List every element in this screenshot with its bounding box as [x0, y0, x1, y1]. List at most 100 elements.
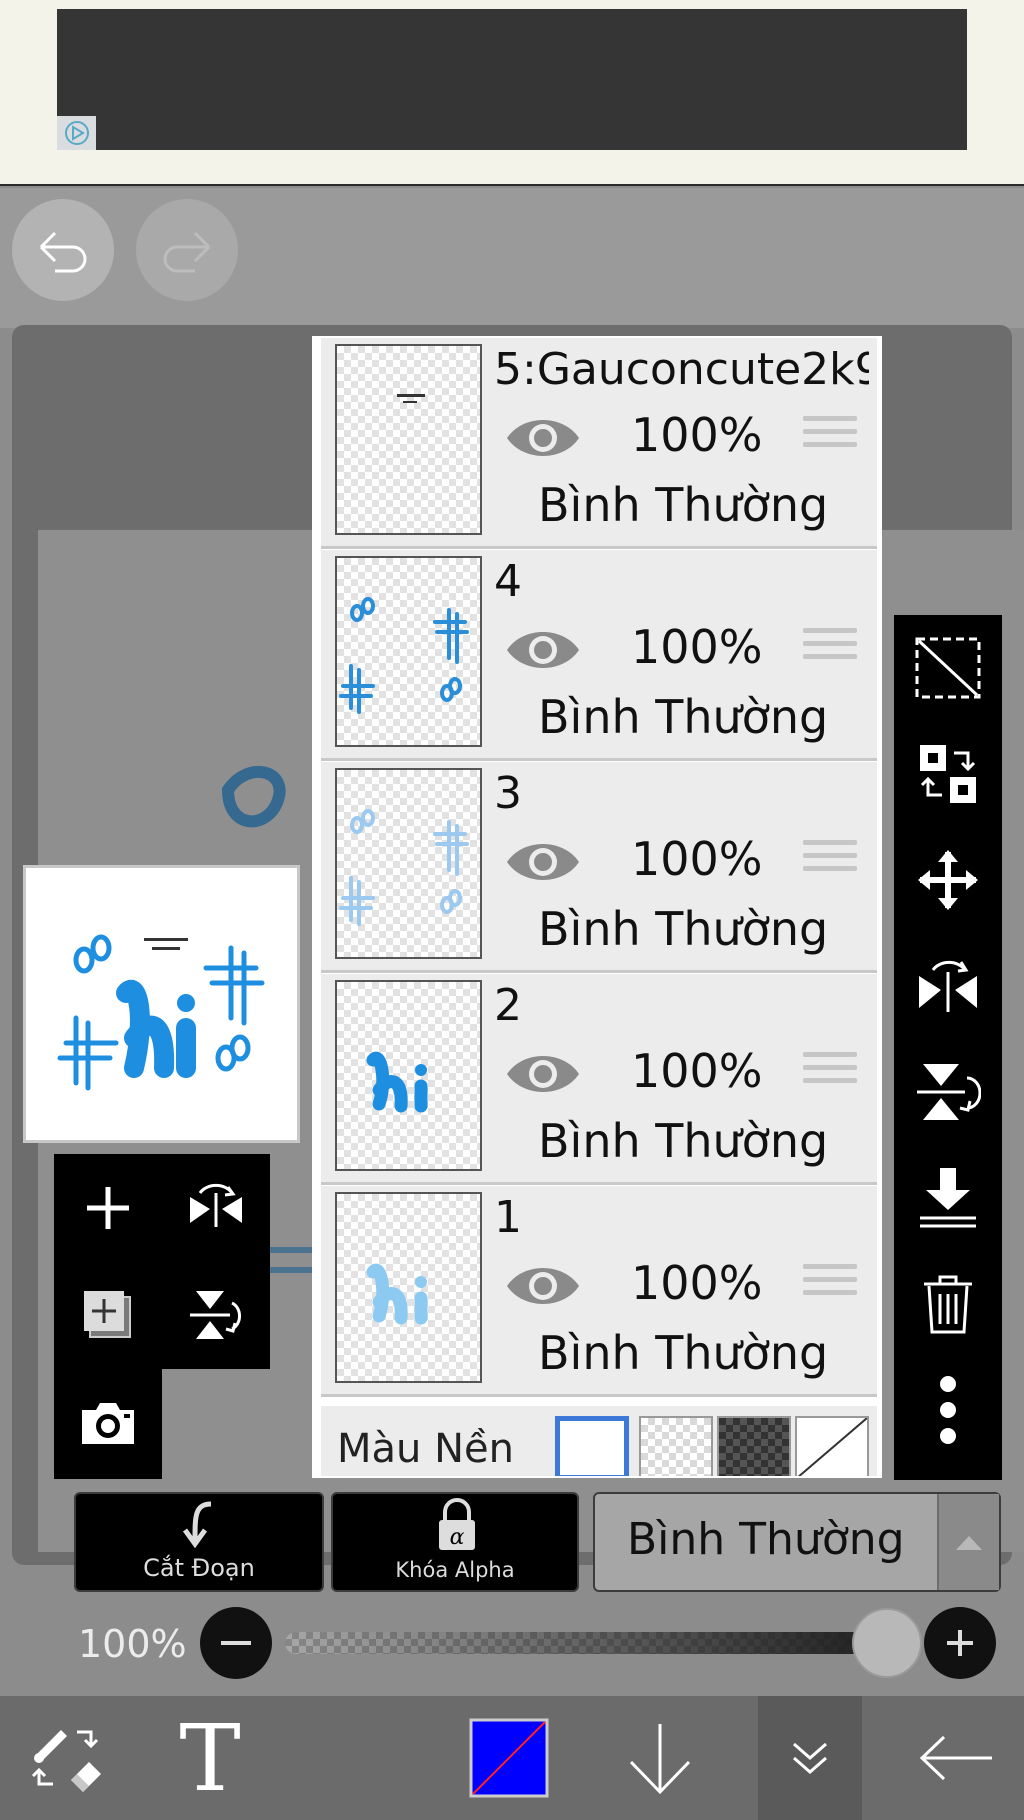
layer-row[interactable]: 4 100% Bình Thường	[321, 550, 877, 761]
clip-label: Cắt Đoạn	[143, 1554, 255, 1582]
eye-icon[interactable]	[503, 1256, 583, 1316]
eye-icon[interactable]	[503, 832, 583, 892]
layer-blend-mode[interactable]: Bình Thường	[538, 902, 828, 956]
add-layer-button[interactable]	[54, 1154, 162, 1261]
layer-thumbnail[interactable]	[335, 768, 482, 959]
layer-thumbnail[interactable]	[335, 980, 482, 1171]
color-swatch	[469, 1718, 549, 1798]
camera-button[interactable]	[54, 1369, 162, 1476]
preview-artwork	[57, 934, 265, 1091]
layer-row[interactable]: 2 100% Bình Thường	[321, 974, 877, 1185]
clip-arrow-icon	[182, 1501, 212, 1549]
merge-down-button[interactable]	[894, 1145, 1002, 1251]
background-swatch-none[interactable]	[795, 1416, 869, 1476]
drag-handle-icon[interactable]	[803, 416, 857, 458]
eye-icon[interactable]	[503, 408, 583, 468]
undo-button[interactable]	[12, 199, 114, 301]
eye-icon[interactable]	[503, 620, 583, 680]
layer-row[interactable]: 5:Gauconcute2k9 100% Bình Thường	[321, 338, 877, 549]
double-chevron-down-icon	[793, 1742, 827, 1774]
background-swatch-checker-light[interactable]	[639, 1416, 713, 1476]
drag-handle-icon[interactable]	[803, 840, 857, 882]
transform-swap-icon	[920, 745, 976, 803]
drag-handle-icon[interactable]	[803, 628, 857, 670]
layer-blend-mode[interactable]: Bình Thường	[538, 1114, 828, 1168]
drag-handle-icon[interactable]	[803, 1052, 857, 1094]
alpha-lock-label: Khóa Alpha	[395, 1558, 515, 1582]
more-vertical-icon	[940, 1376, 956, 1444]
opacity-increase-button[interactable]	[924, 1607, 996, 1679]
opacity-decrease-button[interactable]	[200, 1607, 272, 1679]
layer-blend-mode[interactable]: Bình Thường	[538, 690, 828, 744]
merge-down-icon	[920, 1168, 976, 1228]
flip-horizontal-icon	[919, 960, 977, 1012]
text-tool-button[interactable]: T	[160, 1696, 260, 1820]
redo-button[interactable]	[136, 199, 238, 301]
layer-4-art	[339, 597, 469, 714]
brush-eraser-icon	[31, 1730, 101, 1792]
layer-row[interactable]: 1 100% Bình Thường	[321, 1186, 877, 1397]
background-color-label: Màu Nền	[337, 1426, 514, 1472]
layer-thumbnail[interactable]	[335, 556, 482, 747]
plus-icon	[947, 1630, 973, 1656]
blend-mode-dropdown[interactable]	[937, 1494, 999, 1590]
flip-vertical-button[interactable]	[162, 1261, 270, 1368]
text-tool-icon: T	[179, 1718, 240, 1798]
blend-mode-select[interactable]: Bình Thường	[593, 1492, 1001, 1592]
deselect-icon	[915, 637, 981, 699]
flip-horizontal-button[interactable]	[894, 933, 1002, 1039]
collapse-panel-button[interactable]	[758, 1696, 862, 1820]
layer-thumbnail[interactable]	[335, 1192, 482, 1383]
ad-choices-icon[interactable]	[57, 116, 96, 150]
canvas-preview[interactable]	[23, 865, 300, 1143]
opacity-slider-thumb[interactable]	[852, 1608, 922, 1678]
layer-row[interactable]: 3 100% Bình Thường	[321, 762, 877, 973]
undo-icon	[39, 231, 87, 273]
layer-name: 1	[494, 1192, 522, 1243]
move-icon	[918, 850, 978, 910]
layer-panel: 5:Gauconcute2k9 100% Bình Thường 4 100% …	[312, 336, 882, 1478]
clip-button[interactable]: Cắt Đoạn	[74, 1492, 324, 1592]
layer-blend-mode[interactable]: Bình Thường	[538, 478, 828, 532]
layer-1-art	[366, 1263, 428, 1325]
minus-icon	[221, 1641, 251, 1645]
layer-name: 5:Gauconcute2k9	[494, 344, 869, 395]
camera-icon	[82, 1402, 134, 1444]
layer-thumbnail[interactable]	[335, 344, 482, 535]
color-swatch-button[interactable]	[462, 1696, 556, 1820]
brush-eraser-toggle-button[interactable]	[12, 1696, 122, 1820]
delete-layer-button[interactable]	[894, 1251, 1002, 1357]
alpha-lock-button[interactable]: α Khóa Alpha	[331, 1492, 579, 1592]
lock-alpha-icon: α	[439, 1498, 475, 1550]
flip-vertical-icon	[917, 1064, 981, 1120]
background-swatch-checker-dark[interactable]	[717, 1416, 791, 1476]
transform-swap-button[interactable]	[894, 721, 1002, 827]
ad-area	[0, 0, 1024, 186]
background-swatch-white[interactable]	[555, 1416, 629, 1476]
drag-handle-icon[interactable]	[803, 1264, 857, 1306]
back-arrow-icon	[919, 1735, 992, 1781]
flip-vertical-button[interactable]	[894, 1039, 1002, 1145]
trash-icon	[924, 1275, 972, 1334]
more-options-button[interactable]	[894, 1357, 1002, 1463]
down-arrow-button[interactable]	[610, 1696, 710, 1820]
camera-tool-block	[54, 1369, 162, 1479]
deselect-button[interactable]	[894, 615, 1002, 721]
layer-blend-mode[interactable]: Bình Thường	[538, 1326, 828, 1380]
flip-horizontal-button[interactable]	[162, 1154, 270, 1261]
ad-banner[interactable]	[57, 9, 967, 150]
opacity-slider[interactable]	[285, 1632, 907, 1654]
eye-icon[interactable]	[503, 1044, 583, 1104]
move-button[interactable]	[894, 827, 1002, 933]
left-layer-tools	[54, 1154, 270, 1369]
background-color-row: Màu Nền	[321, 1406, 877, 1476]
add-copy-layer-button[interactable]	[54, 1261, 162, 1368]
svg-text:T: T	[179, 1718, 240, 1798]
svg-text:α: α	[450, 1525, 465, 1550]
add-copy-icon	[84, 1290, 131, 1338]
opacity-value: 100%	[78, 1622, 187, 1666]
back-button[interactable]	[900, 1696, 1012, 1820]
layer-5-art	[397, 394, 425, 403]
flip-vertical-icon	[190, 1290, 241, 1339]
redo-icon	[163, 231, 211, 273]
